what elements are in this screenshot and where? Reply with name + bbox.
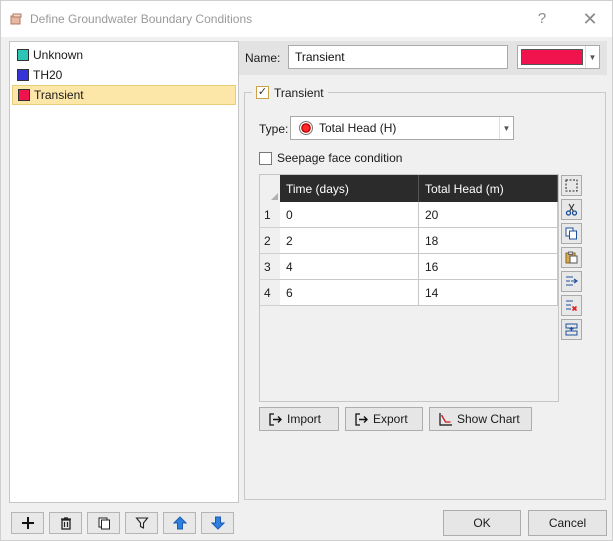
table-cell-time[interactable]: 6 xyxy=(280,280,419,306)
row-number[interactable]: 3 xyxy=(260,254,280,280)
chevron-down-icon: ▼ xyxy=(585,46,599,68)
paste-button[interactable] xyxy=(561,247,582,268)
table-cell-head[interactable]: 20 xyxy=(419,202,558,228)
color-picker[interactable]: ▼ xyxy=(517,45,600,69)
cut-button[interactable] xyxy=(561,199,582,220)
table-cell-time[interactable]: 2 xyxy=(280,228,419,254)
delete-button[interactable] xyxy=(49,512,82,534)
type-select[interactable]: Total Head (H) ▼ xyxy=(290,116,514,140)
delete-row-icon xyxy=(566,300,578,312)
color-swatch xyxy=(521,49,583,65)
type-value: Total Head (H) xyxy=(319,121,397,135)
filter-icon xyxy=(134,517,149,529)
color-swatch xyxy=(17,69,29,81)
column-header-time[interactable]: Time (days) xyxy=(280,175,419,202)
append-row-icon xyxy=(565,323,578,336)
type-label: Type: xyxy=(259,122,289,136)
move-up-button[interactable] xyxy=(163,512,196,534)
export-button[interactable]: Export xyxy=(345,407,423,431)
filter-button[interactable] xyxy=(125,512,158,534)
help-button[interactable]: ? xyxy=(529,7,555,31)
seepage-checkbox[interactable] xyxy=(259,151,272,165)
table-cell-head[interactable]: 16 xyxy=(419,254,558,280)
copy-cells-button[interactable] xyxy=(561,223,582,244)
close-button[interactable]: ✕ xyxy=(577,7,603,31)
color-swatch xyxy=(17,49,29,61)
color-swatch xyxy=(18,89,30,101)
app-icon xyxy=(10,13,22,25)
list-item-label: TH20 xyxy=(33,68,63,82)
list-item-unknown[interactable]: Unknown xyxy=(12,45,236,65)
row-number[interactable]: 2 xyxy=(260,228,280,254)
table-cell-head[interactable]: 18 xyxy=(419,228,558,254)
seepage-label: Seepage face condition xyxy=(277,151,403,165)
list-item-th20[interactable]: TH20 xyxy=(12,65,236,85)
copy-icon xyxy=(98,517,110,530)
chart-icon xyxy=(439,412,452,426)
move-down-button[interactable] xyxy=(201,512,234,534)
table-corner[interactable] xyxy=(260,175,280,202)
export-label: Export xyxy=(373,412,408,426)
ok-button[interactable]: OK xyxy=(443,510,521,536)
copy-button[interactable] xyxy=(87,512,120,534)
select-all-icon xyxy=(565,179,578,192)
row-number[interactable]: 4 xyxy=(260,280,280,306)
move-down-icon xyxy=(210,516,225,530)
total-head-icon xyxy=(299,121,313,135)
name-input[interactable] xyxy=(288,45,508,69)
import-icon xyxy=(269,412,282,426)
add-icon xyxy=(21,517,34,529)
insert-row-icon xyxy=(566,276,578,286)
delete-icon xyxy=(60,517,71,530)
window-title: Define Groundwater Boundary Conditions xyxy=(30,12,253,26)
add-button[interactable] xyxy=(11,512,44,534)
transient-label: Transient xyxy=(274,85,324,100)
title-bar: Define Groundwater Boundary Conditions ?… xyxy=(1,1,612,37)
import-button[interactable]: Import xyxy=(259,407,339,431)
list-item-label: Unknown xyxy=(33,48,84,62)
paste-icon xyxy=(565,251,578,264)
time-head-table[interactable]: Time (days) Total Head (m) 1 0 20 2 2 18… xyxy=(259,174,559,402)
copy-icon xyxy=(565,227,577,240)
insert-row-button[interactable] xyxy=(561,271,582,292)
select-all-button[interactable] xyxy=(561,175,582,196)
boundary-list[interactable]: Unknown TH20 Transient xyxy=(9,41,239,503)
table-cell-time[interactable]: 4 xyxy=(280,254,419,280)
column-header-head[interactable]: Total Head (m) xyxy=(419,175,558,202)
append-row-button[interactable] xyxy=(561,319,582,340)
transient-checkbox[interactable]: ✓ xyxy=(256,86,269,99)
show-chart-label: Show Chart xyxy=(457,412,520,426)
list-item-label: Transient xyxy=(34,88,84,102)
dialog-window: Define Groundwater Boundary Conditions ?… xyxy=(0,0,613,541)
show-chart-button[interactable]: Show Chart xyxy=(429,407,532,431)
move-up-icon xyxy=(172,516,187,530)
cut-icon xyxy=(565,203,578,216)
list-item-transient[interactable]: Transient xyxy=(12,85,236,105)
table-cell-time[interactable]: 0 xyxy=(280,202,419,228)
row-number[interactable]: 1 xyxy=(260,202,280,228)
export-icon xyxy=(355,412,368,426)
import-label: Import xyxy=(287,412,322,426)
table-cell-head[interactable]: 14 xyxy=(419,280,558,306)
chevron-down-icon: ▼ xyxy=(499,117,513,139)
delete-row-button[interactable] xyxy=(561,295,582,316)
transient-checkbox-row[interactable]: ✓ Transient xyxy=(252,84,328,101)
seepage-checkbox-row[interactable]: Seepage face condition xyxy=(259,151,402,165)
name-label: Name: xyxy=(245,51,281,65)
cancel-button[interactable]: Cancel xyxy=(528,510,607,536)
